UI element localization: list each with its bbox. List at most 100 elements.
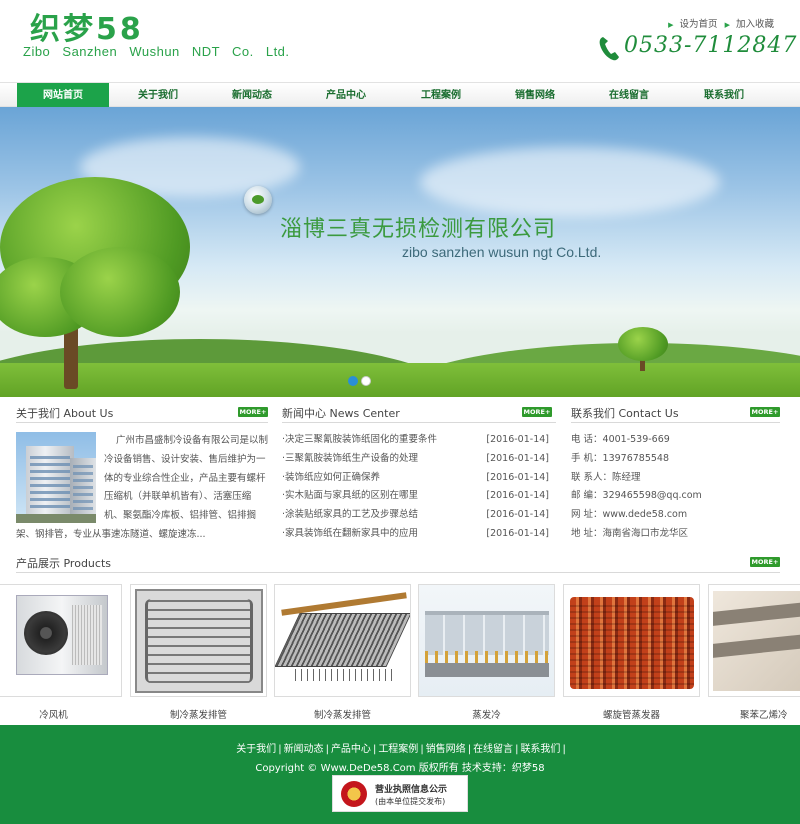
news-title-link[interactable]: ·家具装饰纸在翻新家具中的应用: [282, 525, 418, 544]
news-date: [2016-01-14]: [486, 471, 549, 483]
contact-header: 联系我们 Contact Us MORE+: [571, 402, 780, 423]
evaporator-coil-image[interactable]: [130, 584, 267, 697]
slider-dot-2[interactable]: [361, 376, 371, 386]
arrow-icon: ▶: [724, 21, 730, 29]
eps-panel-image[interactable]: [708, 584, 800, 697]
banner-title: 淄博三真无损检测有限公司: [280, 217, 557, 242]
product-name[interactable]: 制冷蒸发排管: [130, 707, 267, 721]
footer-link-news[interactable]: 新闻动态: [284, 744, 324, 755]
globe-icon: [244, 186, 272, 214]
news-item[interactable]: ·决定三聚氰胺装饰纸固化的重要条件 [2016-01-14]: [282, 431, 554, 450]
news-title: 新闻中心 News Center: [282, 407, 400, 420]
news-section: 新闻中心 News Center MORE+ ·决定三聚氰胺装饰纸固化的重要条件…: [282, 402, 556, 552]
product-item[interactable]: 聚苯乙烯冷: [708, 584, 800, 721]
license-title: 营业执照信息公示: [375, 785, 448, 795]
product-item[interactable]: 制冷蒸发排管: [130, 584, 267, 721]
nav-item-message[interactable]: 在线留言: [583, 83, 675, 108]
product-name[interactable]: 冷风机: [0, 707, 122, 721]
nav-item-sales[interactable]: 销售网络: [489, 83, 581, 108]
business-license-badge[interactable]: 营业执照信息公示 (由本单位提交发布): [332, 775, 468, 812]
set-homepage-link[interactable]: 设为首页: [680, 19, 718, 30]
about-line: 压缩机（并联单机皆有）、活塞压缩: [104, 491, 252, 503]
banner-subtitle: zibo sanzhen wusun ngt Co.Ltd.: [402, 244, 602, 260]
news-item[interactable]: ·家具装饰纸在翻新家具中的应用 [2016-01-14]: [282, 525, 554, 544]
about-more-button[interactable]: MORE+: [238, 407, 268, 417]
footer-link-sales[interactable]: 销售网络: [426, 744, 466, 755]
news-item[interactable]: ·三聚氰胺装饰纸生产设备的处理 [2016-01-14]: [282, 450, 554, 469]
product-item[interactable]: 制冷蒸发排管: [274, 584, 411, 721]
about-title: 关于我们 About Us: [16, 407, 114, 420]
evaporative-condenser-image[interactable]: [418, 584, 555, 697]
hero-banner[interactable]: 淄博三真无损检测有限公司 zibo sanzhen wusun ngt Co.L…: [0, 107, 800, 397]
contact-address: 地 址：海南省海口市龙华区: [571, 527, 689, 539]
contact-mobile: 手 机：13976785548: [571, 452, 670, 464]
about-line: 架、钢排管，专业从事速冻隧道、螺旋速冻...: [16, 528, 206, 540]
product-name[interactable]: 聚苯乙烯冷: [708, 707, 800, 721]
contact-list: 电 话：4001-539-669 手 机：13976785548 联 系人：陈经…: [571, 431, 781, 544]
product-name[interactable]: 蒸发冷: [418, 707, 555, 721]
main-nav: 网站首页 关于我们 新闻动态 产品中心 工程案例 销售网络 在线留言 联系我们: [0, 82, 800, 108]
news-date: [2016-01-14]: [486, 452, 549, 464]
cooler-unit-image[interactable]: [0, 584, 122, 697]
news-title-link[interactable]: ·决定三聚氰胺装饰纸固化的重要条件: [282, 431, 437, 450]
logo-text[interactable]: 织梦58: [30, 4, 144, 48]
phone-icon: [599, 37, 619, 61]
about-line: 机、聚氨酯冷库板、铝排管、铝排搁: [104, 510, 257, 522]
product-item[interactable]: 蒸发冷: [418, 584, 555, 721]
news-date: [2016-01-14]: [486, 527, 549, 539]
news-date: [2016-01-14]: [486, 490, 549, 502]
top-links: ▶ 设为首页 ▶ 加入收藏: [668, 16, 774, 30]
contact-phone: 电 话：4001-539-669: [571, 434, 670, 445]
footer-link-about[interactable]: 关于我们: [236, 744, 276, 755]
slider-dots: [348, 376, 374, 389]
contact-website: 网 址：www.dede58.com: [571, 509, 688, 521]
copyright: Copyright © Www.DeDe58.Com 版权所有 技术支持：织梦5…: [255, 763, 545, 774]
footer-link-contact[interactable]: 联系我们: [520, 744, 560, 755]
footer-link-cases[interactable]: 工程案例: [378, 744, 418, 755]
small-tree-icon: [618, 327, 668, 361]
news-item[interactable]: ·实木贴面与家具纸的区别在哪里 [2016-01-14]: [282, 487, 554, 506]
news-more-button[interactable]: MORE+: [522, 407, 552, 417]
contact-title: 联系我们 Contact Us: [571, 407, 679, 420]
nav-item-about[interactable]: 关于我们: [112, 83, 204, 108]
products-more-button[interactable]: MORE+: [750, 557, 780, 567]
contact-person: 联 系人：陈经理: [571, 471, 641, 483]
product-name[interactable]: 螺旋管蒸发器: [563, 707, 700, 721]
about-text: 广州市昌盛制冷设备有限公司是以制 冷设备销售、设计安装、售后维护为一 体的专业综…: [16, 432, 268, 545]
product-carousel: 冷风机 制冷蒸发排管 制冷蒸发排管 蒸发冷 螺旋管蒸发器 聚苯乙烯冷: [0, 584, 800, 734]
product-item[interactable]: 螺旋管蒸发器: [563, 584, 700, 721]
news-title-link[interactable]: ·三聚氰胺装饰纸生产设备的处理: [282, 450, 418, 469]
product-name[interactable]: 制冷蒸发排管: [274, 707, 411, 721]
contact-more-button[interactable]: MORE+: [750, 407, 780, 417]
logo-english-name: Zibo Sanzhen Wushun NDT Co. Ltd.: [23, 44, 290, 59]
add-favorite-link[interactable]: 加入收藏: [736, 19, 774, 30]
nav-item-news[interactable]: 新闻动态: [206, 83, 298, 108]
products-title: 产品展示 Products: [16, 557, 111, 570]
cloud: [420, 147, 720, 217]
news-list: ·决定三聚氰胺装饰纸固化的重要条件 [2016-01-14] ·三聚氰胺装饰纸生产…: [282, 431, 554, 544]
license-subtitle: (由本单位提交发布): [375, 797, 446, 806]
about-line: 冷设备销售、设计安装、售后维护为一: [104, 453, 266, 465]
slider-dot-1[interactable]: [348, 376, 358, 386]
evaporator-rack-image[interactable]: [274, 584, 411, 697]
footer-link-products[interactable]: 产品中心: [331, 744, 371, 755]
products-section: 产品展示 Products MORE+ 冷风机 制冷蒸发排管 制冷蒸发排管 蒸发…: [0, 552, 800, 721]
nav-item-contact[interactable]: 联系我们: [678, 83, 770, 108]
news-title-link[interactable]: ·涂装贴纸家具的工艺及步骤总结: [282, 506, 418, 525]
news-title-link[interactable]: ·实木贴面与家具纸的区别在哪里: [282, 487, 418, 506]
news-date: [2016-01-14]: [486, 434, 549, 445]
site-header: 织梦58 Zibo Sanzhen Wushun NDT Co. Ltd. ▶ 设…: [0, 0, 800, 82]
nav-item-cases[interactable]: 工程案例: [395, 83, 487, 108]
national-emblem-icon: [341, 781, 367, 807]
footer-link-message[interactable]: 在线留言: [473, 744, 513, 755]
news-title-link[interactable]: ·装饰纸应如何正确保养: [282, 469, 380, 488]
about-section: 关于我们 About Us MORE+ 广州市昌盛制冷设备有限公司是以制 冷设备…: [16, 402, 268, 552]
nav-item-products[interactable]: 产品中心: [300, 83, 392, 108]
news-item[interactable]: ·装饰纸应如何正确保养 [2016-01-14]: [282, 469, 554, 488]
spiral-evaporator-image[interactable]: [563, 584, 700, 697]
contact-section: 联系我们 Contact Us MORE+ 电 话：4001-539-669 手…: [571, 402, 780, 552]
contact-email: 邮 编：329465598@qq.com: [571, 490, 702, 502]
nav-item-home[interactable]: 网站首页: [17, 83, 109, 108]
news-item[interactable]: ·涂装贴纸家具的工艺及步骤总结 [2016-01-14]: [282, 506, 554, 525]
product-item[interactable]: 冷风机: [0, 584, 122, 721]
